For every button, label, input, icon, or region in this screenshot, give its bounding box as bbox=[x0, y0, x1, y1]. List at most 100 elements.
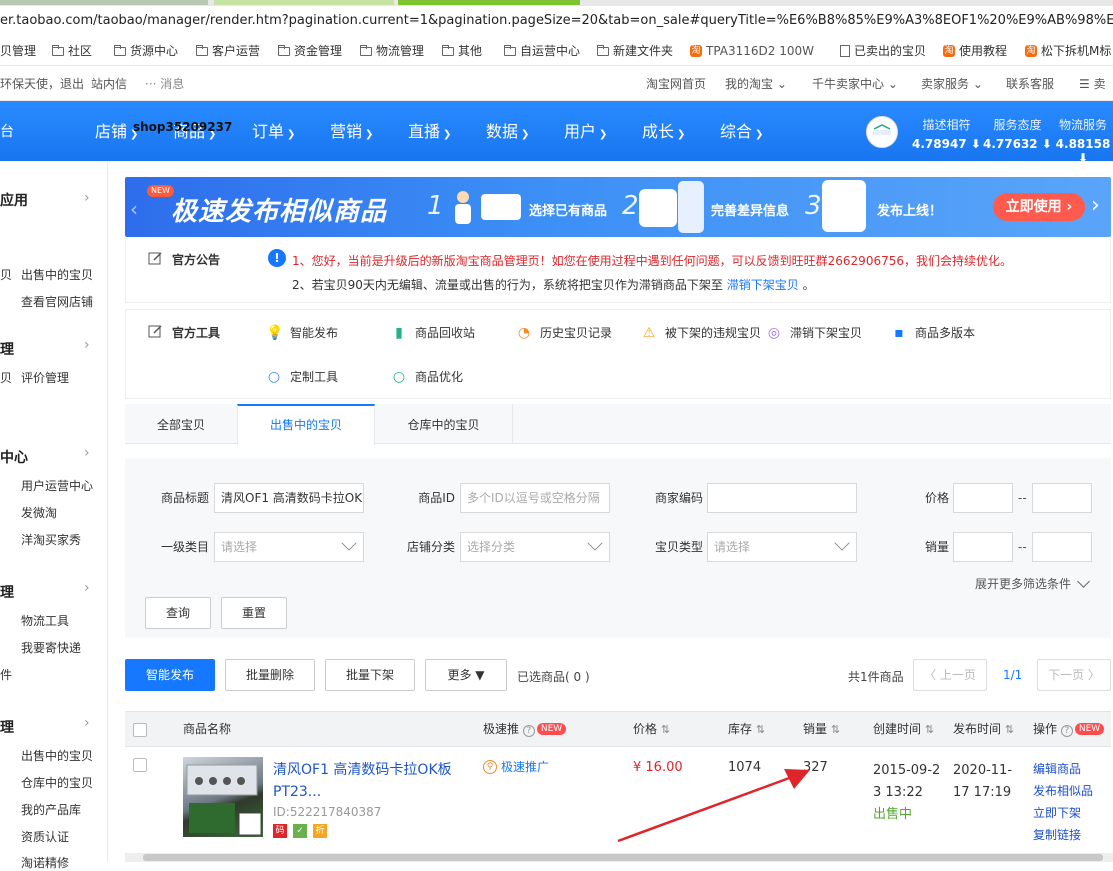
chevron-right-icon[interactable]: › bbox=[84, 715, 90, 731]
sidebar-item-view-shop[interactable]: 查看官网店铺 bbox=[21, 293, 93, 310]
next-page-button[interactable]: 下一页 〉 bbox=[1037, 659, 1111, 691]
logout-link[interactable]: 环保天使，退出 bbox=[0, 67, 84, 101]
chevron-right-icon[interactable]: › bbox=[84, 445, 90, 461]
col-sales[interactable]: 销量 ⇅ bbox=[803, 712, 840, 747]
nav-item-live[interactable]: 直播 ❯ bbox=[408, 101, 451, 166]
tab-all[interactable]: 全部宝贝 bbox=[125, 404, 237, 444]
sidebar-item-logistics[interactable]: 物流工具 bbox=[21, 612, 69, 629]
promo-banner[interactable]: ‹ NEW 极速发布相似商品 1 选择已有商品 2 完善差异信息 3 发布上线！… bbox=[125, 177, 1111, 237]
sidebar-item-warehouse[interactable]: 仓库中的宝贝 bbox=[21, 774, 93, 791]
nav-item-users[interactable]: 用户 ❯ bbox=[564, 101, 607, 166]
tool-custom[interactable]: ○ 定制工具 bbox=[266, 368, 338, 385]
chevron-right-icon[interactable]: › bbox=[84, 337, 90, 353]
col-published[interactable]: 发布时间 ⇅ bbox=[953, 712, 1014, 747]
batch-offshelf-button[interactable]: 批量下架 bbox=[325, 659, 415, 691]
publish-similar-link[interactable]: 发布相似品 bbox=[1033, 782, 1093, 799]
nav-item-general[interactable]: 综合 ❯ bbox=[720, 101, 763, 166]
sidebar-section-5[interactable]: 理 bbox=[0, 717, 14, 737]
expand-filters-link[interactable]: 展开更多筛选条件 bbox=[975, 575, 1092, 592]
sort-icon[interactable]: ⇅ bbox=[831, 723, 840, 736]
bookmark-7[interactable]: 自运营中心 bbox=[504, 36, 580, 65]
shop-name[interactable]: shop35209237 bbox=[133, 120, 232, 134]
bookmark-8[interactable]: 新建文件夹 bbox=[597, 36, 673, 65]
query-button[interactable]: 查询 bbox=[145, 597, 211, 629]
chevron-left-icon[interactable]: ‹ bbox=[130, 197, 138, 221]
site-link-mytaobao[interactable]: 我的淘宝 ⌄ bbox=[725, 67, 787, 101]
bookmark-10[interactable]: 已卖出的宝贝 bbox=[840, 36, 926, 65]
sidebar-section-apps[interactable]: 应用 bbox=[0, 190, 28, 210]
bookmark-3[interactable]: 客户运营 bbox=[196, 36, 260, 65]
tool-smart-publish[interactable]: 💡 智能发布 bbox=[266, 324, 338, 341]
code-input[interactable] bbox=[707, 483, 857, 513]
col-stock[interactable]: 库存 ⇅ bbox=[728, 712, 765, 747]
sidebar-item-on-sale[interactable]: 出售中的宝贝 bbox=[21, 266, 93, 283]
bookmark-0[interactable]: 贝管理 bbox=[0, 36, 36, 65]
sidebar-section-2[interactable]: 理 bbox=[0, 339, 14, 359]
offshelf-link[interactable]: 立即下架 bbox=[1033, 804, 1081, 821]
bookmark-9[interactable]: 淘 TPA3116D2 100W bbox=[690, 36, 814, 65]
price-max-input[interactable] bbox=[1032, 483, 1092, 513]
tool-multi-version[interactable]: ▪ 商品多版本 bbox=[891, 324, 975, 341]
sort-icon[interactable]: ⇅ bbox=[925, 723, 934, 736]
nav-item-growth[interactable]: 成长 ❯ bbox=[642, 101, 685, 166]
col-created[interactable]: 创建时间 ⇅ bbox=[873, 712, 934, 747]
row-checkbox[interactable] bbox=[133, 758, 147, 772]
messages-link[interactable]: ··· 消息 bbox=[145, 67, 184, 101]
bookmark-6[interactable]: 其他 bbox=[442, 36, 482, 65]
col-price[interactable]: 价格 ⇅ bbox=[633, 712, 670, 747]
site-link-home[interactable]: 淘宝网首页 bbox=[646, 67, 706, 101]
batch-delete-button[interactable]: 批量删除 bbox=[225, 659, 315, 691]
smart-publish-button[interactable]: 智能发布 bbox=[125, 659, 215, 691]
sidebar-section-4[interactable]: 理 bbox=[0, 582, 14, 602]
sidebar-item-weitao[interactable]: 发微淘 bbox=[21, 504, 57, 521]
more-button[interactable]: 更多 ▼ bbox=[425, 659, 507, 691]
chevron-right-icon[interactable]: › bbox=[84, 190, 90, 206]
id-input[interactable]: 多个ID以逗号或空格分隔 bbox=[460, 483, 610, 513]
site-link-support[interactable]: 联系客服 bbox=[1006, 67, 1054, 101]
edit-product-link[interactable]: 编辑商品 bbox=[1033, 760, 1081, 777]
sidebar-item-express[interactable]: 我要寄快递 bbox=[21, 639, 81, 656]
banner-cta-button[interactable]: 立即使用 › bbox=[993, 193, 1085, 221]
site-link-qianniu[interactable]: 千牛卖家中心 ⌄ bbox=[812, 67, 898, 101]
product-thumbnail[interactable] bbox=[183, 757, 263, 837]
chevron-right-icon[interactable]: › bbox=[1091, 193, 1100, 218]
horizontal-scrollbar[interactable] bbox=[125, 853, 1113, 862]
tool-history[interactable]: ◔ 历史宝贝记录 bbox=[516, 324, 612, 341]
bookmark-4[interactable]: 资金管理 bbox=[278, 36, 342, 65]
reset-button[interactable]: 重置 bbox=[221, 597, 287, 629]
bookmark-2[interactable]: 货源中心 bbox=[114, 36, 178, 65]
copy-link[interactable]: 复制链接 bbox=[1033, 826, 1081, 843]
sales-max-input[interactable] bbox=[1032, 532, 1092, 562]
sales-min-input[interactable] bbox=[953, 532, 1013, 562]
address-bar[interactable]: er.taobao.com/taobao/manager/render.htm?… bbox=[0, 6, 1113, 36]
shopcat-select[interactable]: 选择分类 bbox=[460, 532, 610, 562]
sort-icon[interactable]: ⇅ bbox=[1005, 723, 1014, 736]
nav-item-data[interactable]: 数据 ❯ bbox=[486, 101, 529, 166]
help-icon[interactable]: ? bbox=[1060, 725, 1073, 737]
type-select[interactable]: 请选择 bbox=[707, 532, 857, 562]
sort-icon[interactable]: ⇅ bbox=[661, 723, 670, 736]
bookmark-12[interactable]: 淘松下拆机M标 bbox=[1025, 36, 1111, 65]
tool-slow-sale[interactable]: ◎ 滞销下架宝贝 bbox=[766, 324, 862, 341]
scrollbar-thumb[interactable] bbox=[143, 854, 1103, 861]
sidebar-item-product-lib[interactable]: 我的产品库 bbox=[21, 801, 81, 818]
sidebar-item-refine[interactable]: 淘诺精修 bbox=[21, 854, 69, 871]
bookmark-1[interactable]: 社区 bbox=[52, 36, 92, 65]
tool-optimize[interactable]: ○ 商品优化 bbox=[391, 368, 463, 385]
prev-page-button[interactable]: 〈 上一页 bbox=[913, 659, 987, 691]
chevron-right-icon[interactable]: › bbox=[84, 580, 90, 596]
inbox-link[interactable]: 站内信 bbox=[91, 67, 127, 101]
sidebar-item-qualification[interactable]: 资质认证 bbox=[21, 828, 69, 845]
sidebar-item-buyer-show[interactable]: 洋淘买家秀 bbox=[21, 531, 81, 548]
shop-logo[interactable] bbox=[866, 116, 898, 148]
sidebar-item-reviews[interactable]: 评价管理 bbox=[21, 369, 69, 386]
product-title-link[interactable]: 清风OF1 高清数码卡拉OK板 PT23... bbox=[273, 759, 473, 803]
bookmark-11[interactable]: 淘使用教程 bbox=[943, 36, 1007, 65]
tool-recycle-bin[interactable]: ▮ 商品回收站 bbox=[391, 324, 475, 341]
category-select[interactable]: 请选择 bbox=[214, 532, 364, 562]
title-input[interactable]: 清风OF1 高清数码卡拉OK bbox=[214, 483, 364, 513]
site-link-services[interactable]: 卖家服务 ⌄ bbox=[921, 67, 983, 101]
promo-link[interactable]: ⚲ 极速推广 bbox=[483, 758, 549, 775]
tab-on-sale[interactable]: 出售中的宝贝 bbox=[237, 404, 375, 445]
nav-item-orders[interactable]: 订单 ❯ bbox=[252, 101, 295, 166]
